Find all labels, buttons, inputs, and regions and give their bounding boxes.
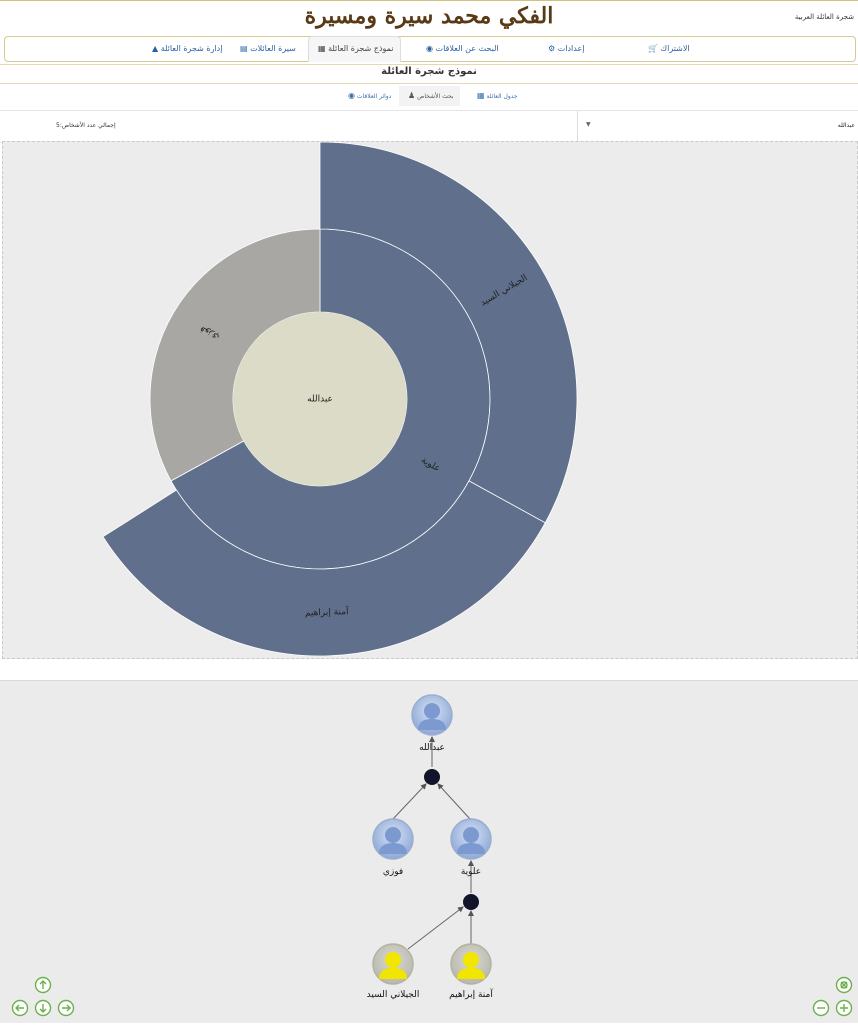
site-brand[interactable]: شجرة العائلة العربية	[795, 13, 854, 21]
tree-edge	[407, 906, 464, 950]
nav-settings-label: إعدادات	[557, 44, 585, 53]
person-select-value: عبدالله	[837, 122, 855, 129]
id-card-icon: ▤	[240, 44, 248, 53]
up-arrow-icon[interactable]	[34, 976, 52, 994]
table-icon: ▦	[477, 91, 485, 100]
chevron-down-icon: ▼	[586, 121, 591, 128]
pan-controls	[11, 976, 75, 1017]
nav-model[interactable]: نموذج شجرة العائلة ▦	[308, 36, 401, 62]
right-arrow-icon[interactable]	[57, 999, 75, 1017]
down-arrow-icon[interactable]	[34, 999, 52, 1017]
tab-relation-circles[interactable]: دوائر العلاقات ◉	[339, 86, 397, 106]
person-name: علوية	[461, 867, 481, 877]
person-icon: ♟	[408, 91, 416, 100]
nav-manage-label: إدارة شجرة العائلة	[160, 44, 223, 53]
union-node[interactable]	[463, 894, 479, 910]
site-title: الفكي محمد سيرة ومسيرة	[304, 3, 554, 29]
nav-biography-label: سيرة العائلات	[250, 44, 296, 53]
tab-people-search-label: بحث الأشخاص	[417, 93, 454, 100]
table-icon: ▦	[318, 44, 326, 53]
tab-family-table[interactable]: جدول العائلة ▦	[468, 86, 524, 106]
person-node-amna[interactable]	[450, 943, 492, 985]
person-select[interactable]: عبدالله ▼	[577, 111, 858, 141]
family-tree: عبدالله فوزي علوية الجيلاني السيد آمنة إ…	[11, 694, 853, 1017]
gear-icon: ⚙	[548, 44, 556, 53]
tree-edge	[437, 783, 471, 820]
tab-people-search[interactable]: بحث الأشخاص ♟	[399, 86, 460, 106]
header: الفكي محمد سيرة ومسيرة شجرة العائلة العر…	[0, 0, 858, 35]
fit-icon[interactable]	[835, 976, 853, 994]
globe-icon: ◉	[426, 44, 433, 53]
spacer	[0, 660, 858, 681]
person-name: عبدالله	[419, 743, 445, 753]
zoom-in-icon[interactable]	[835, 999, 853, 1017]
person-node-jilani[interactable]	[372, 943, 414, 985]
person-node-fawzi[interactable]	[372, 818, 414, 860]
sunburst-panel: عبدالله علوية فوزي الجيلاني السيد آمنة إبراه…	[2, 141, 858, 659]
person-node-alawiya[interactable]	[450, 818, 492, 860]
circle-icon: ◉	[348, 91, 355, 100]
main-nav: الاشتراك 🛒 إعدادات ⚙ البحث عن العلاقات ◉…	[4, 36, 856, 62]
sitemap-icon: ▲	[152, 44, 159, 53]
person-name: آمنة إبراهيم	[449, 988, 493, 1000]
union-node[interactable]	[424, 769, 440, 785]
nav-settings[interactable]: إعدادات ⚙	[545, 37, 584, 61]
tab-relation-circles-label: دوائر العلاقات	[356, 93, 392, 100]
nav-search-label: البحث عن العلاقات	[435, 44, 499, 53]
nav-manage[interactable]: إدارة شجرة العائلة ▲	[149, 37, 222, 61]
nav-model-label: نموذج شجرة العائلة	[328, 44, 394, 53]
sunburst-center-label: عبدالله	[307, 395, 333, 405]
nav-search[interactable]: البحث عن العلاقات ◉	[423, 37, 499, 61]
cart-icon: 🛒	[648, 44, 658, 53]
sunburst-chart: عبداللهعلويةفوزيالجيلاني السيدآمنة إبراه…	[102, 141, 578, 657]
divider	[0, 64, 858, 65]
tree-panel: عبدالله فوزي علوية الجيلاني السيد آمنة إ…	[0, 681, 858, 1023]
nav-subscription-label: الاشتراك	[660, 44, 690, 53]
filter-bar: إجمالي عدد الأشخاص:5 عبدالله ▼	[0, 110, 858, 143]
view-tabs: جدول العائلة ▦ بحث الأشخاص ♟ دوائر العلا…	[0, 86, 858, 108]
total-count: إجمالي عدد الأشخاص:5	[56, 122, 116, 129]
nav-subscription[interactable]: الاشتراك 🛒	[645, 37, 690, 61]
page-title: نموذج شجرة العائلة	[381, 66, 477, 77]
nav-biography[interactable]: سيرة العائلات ▤	[237, 37, 296, 61]
person-node-abdullah[interactable]	[411, 694, 453, 736]
left-arrow-icon[interactable]	[11, 999, 29, 1017]
zoom-out-icon[interactable]	[812, 999, 830, 1017]
tab-family-table-label: جدول العائلة	[486, 93, 518, 100]
tree-edge	[392, 783, 427, 820]
divider	[0, 83, 858, 84]
person-name: فوزي	[383, 867, 403, 877]
zoom-controls	[812, 976, 853, 1017]
person-name: الجيلاني السيد	[367, 990, 420, 1000]
